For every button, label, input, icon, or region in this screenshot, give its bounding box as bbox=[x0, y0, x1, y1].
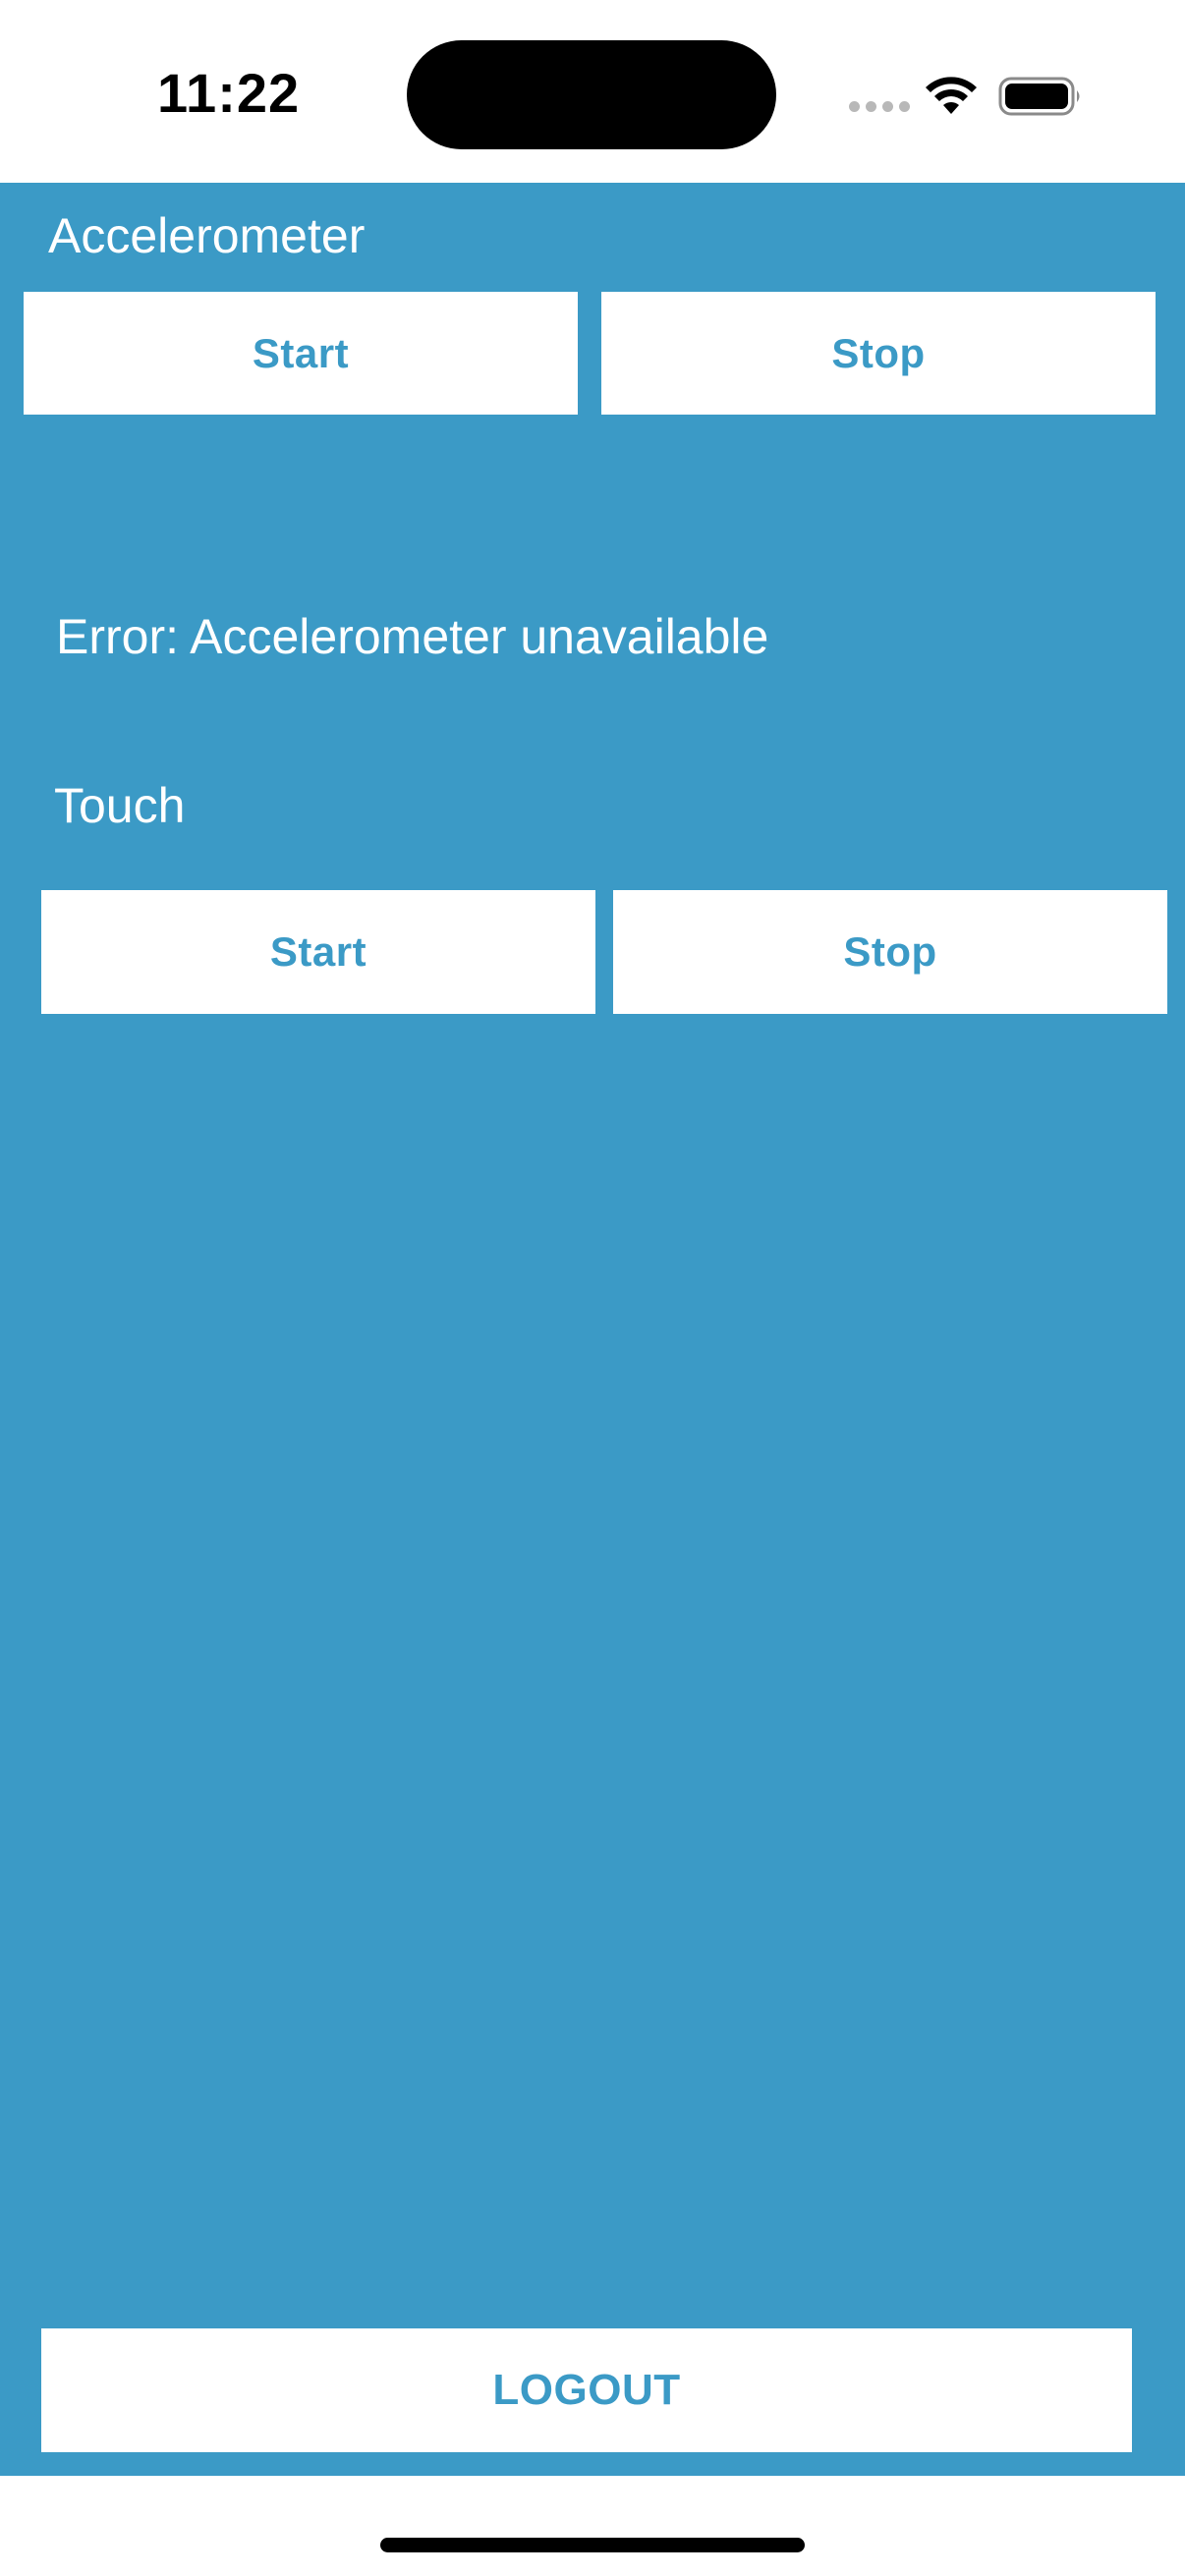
status-bar: 11:22 bbox=[0, 0, 1185, 183]
main-content: Accelerometer Start Stop Error: Accelero… bbox=[0, 183, 1185, 2476]
accelerometer-title: Accelerometer bbox=[48, 208, 366, 263]
touch-start-button[interactable]: Start bbox=[41, 890, 595, 1014]
touch-stop-button[interactable]: Stop bbox=[613, 890, 1167, 1014]
accelerometer-start-button[interactable]: Start bbox=[24, 292, 578, 415]
home-area bbox=[0, 2476, 1185, 2576]
accelerometer-stop-button[interactable]: Stop bbox=[601, 292, 1156, 415]
logout-button[interactable]: LOGOUT bbox=[41, 2328, 1132, 2452]
wifi-icon bbox=[926, 77, 977, 114]
accelerometer-error: Error: Accelerometer unavailable bbox=[56, 609, 769, 664]
home-indicator[interactable] bbox=[380, 2538, 805, 2552]
dynamic-island bbox=[407, 40, 776, 149]
touch-title: Touch bbox=[54, 778, 186, 833]
status-time: 11:22 bbox=[157, 62, 301, 124]
battery-icon bbox=[998, 77, 1080, 116]
signal-dots-icon bbox=[849, 101, 910, 112]
